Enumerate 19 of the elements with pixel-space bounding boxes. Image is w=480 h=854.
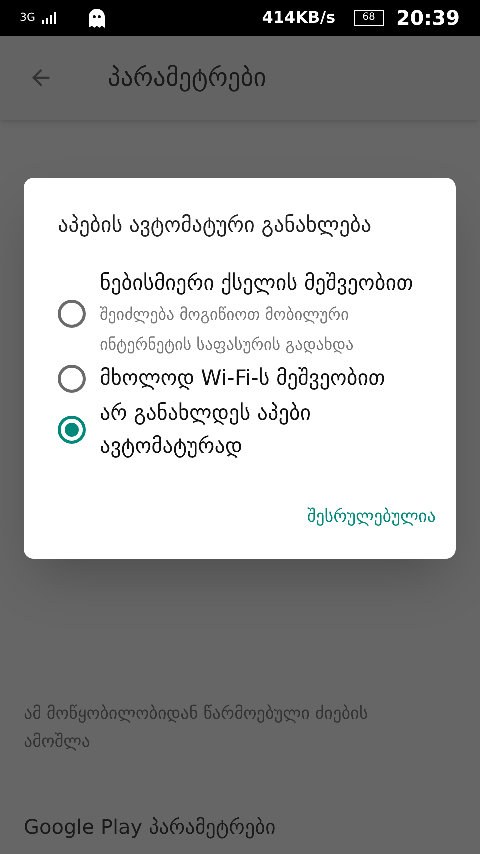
battery-indicator: 68 <box>354 10 384 26</box>
option-label: არ განახლდეს აპები ავტომატურად <box>100 400 312 460</box>
radio-option[interactable]: ნებისმიერი ქსელის მეშვეობით შეიძლება მოგიწიოთ მობილური ინტერნეტის საფასურის გადახდა <box>58 267 422 360</box>
radio-option[interactable]: არ განახლდეს აპები ავტომატურად <box>58 397 422 463</box>
network-type: 3G <box>20 10 36 26</box>
option-label: ნებისმიერი ქსელის მეშვეობით <box>100 270 414 297</box>
option-summary: შეიძლება მოგიწიოთ მობილური ინტერნეტის საფასურის გადახდა <box>100 304 355 356</box>
radio-button[interactable] <box>58 300 86 328</box>
clock: 20:39 <box>396 5 460 32</box>
signal-icon <box>42 12 58 24</box>
network-speed: 414KB/s <box>262 7 336 29</box>
option-label: მხოლოდ Wi-Fi-ს მეშვეობით <box>100 365 386 392</box>
toolbar-title: პარამეტრები <box>108 62 267 94</box>
done-button[interactable]: შესრულებულია <box>307 505 436 530</box>
radio-button[interactable] <box>58 416 86 444</box>
radio-option[interactable]: მხოლოდ Wi-Fi-ს მეშვეობით <box>58 362 422 395</box>
ghost-icon <box>88 8 106 28</box>
dialog-title: აპების ავტომატური განახლება <box>58 212 373 239</box>
radio-button[interactable] <box>58 364 86 392</box>
